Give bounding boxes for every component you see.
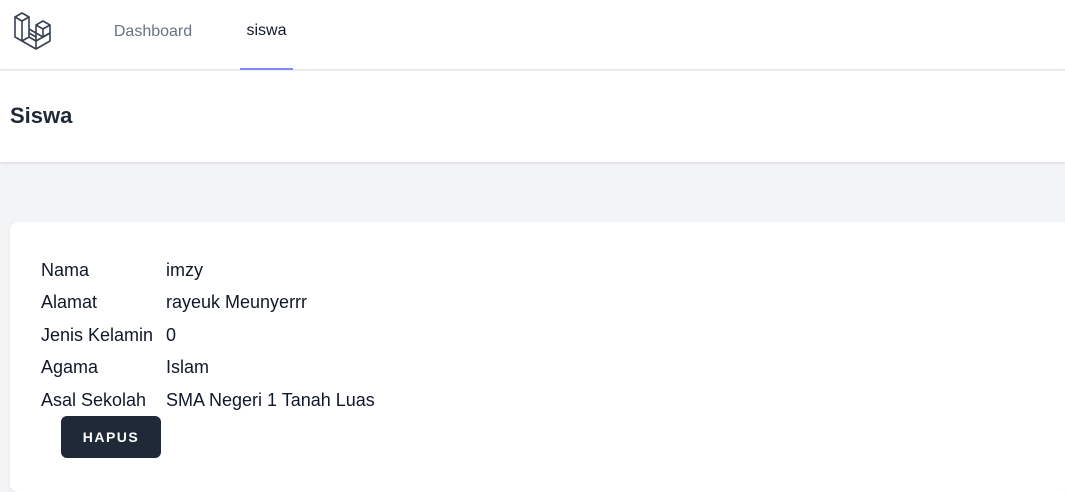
- detail-value: Islam: [166, 357, 210, 378]
- detail-label: Alamat: [41, 292, 98, 313]
- detail-label: Asal Sekolah: [41, 389, 147, 410]
- page-header: Siswa: [0, 71, 1065, 162]
- detail-row-asal-sekolah: Asal Sekolah SMA Negeri 1 Tanah Luas: [41, 384, 375, 417]
- page-title: Siswa: [10, 103, 73, 128]
- detail-row-nama: Nama imzy: [41, 254, 375, 287]
- nav-link-dashboard[interactable]: Dashboard: [110, 0, 196, 70]
- detail-row-alamat: Alamat rayeuk Meunyerrr: [41, 287, 375, 320]
- delete-button[interactable]: HAPUS: [61, 416, 161, 458]
- detail-label: Agama: [41, 357, 99, 378]
- detail-label: Nama: [41, 259, 90, 280]
- detail-label: Jenis Kelamin: [41, 324, 154, 345]
- detail-row-agama: Agama Islam: [41, 352, 375, 385]
- laravel-logo-icon[interactable]: [13, 11, 55, 51]
- student-detail-table: Nama imzy Alamat rayeuk Meunyerrr Jenis …: [41, 254, 375, 417]
- nav-link-siswa[interactable]: siswa: [240, 0, 293, 70]
- detail-value: imzy: [166, 259, 203, 280]
- detail-row-jenis-kelamin: Jenis Kelamin 0: [41, 319, 375, 352]
- top-navbar: Dashboard siswa: [0, 0, 1065, 70]
- detail-value: SMA Negeri 1 Tanah Luas: [166, 389, 375, 410]
- detail-value: rayeuk Meunyerrr: [166, 292, 308, 313]
- student-detail-card: Nama imzy Alamat rayeuk Meunyerrr Jenis …: [10, 222, 1065, 492]
- detail-value: 0: [166, 324, 177, 345]
